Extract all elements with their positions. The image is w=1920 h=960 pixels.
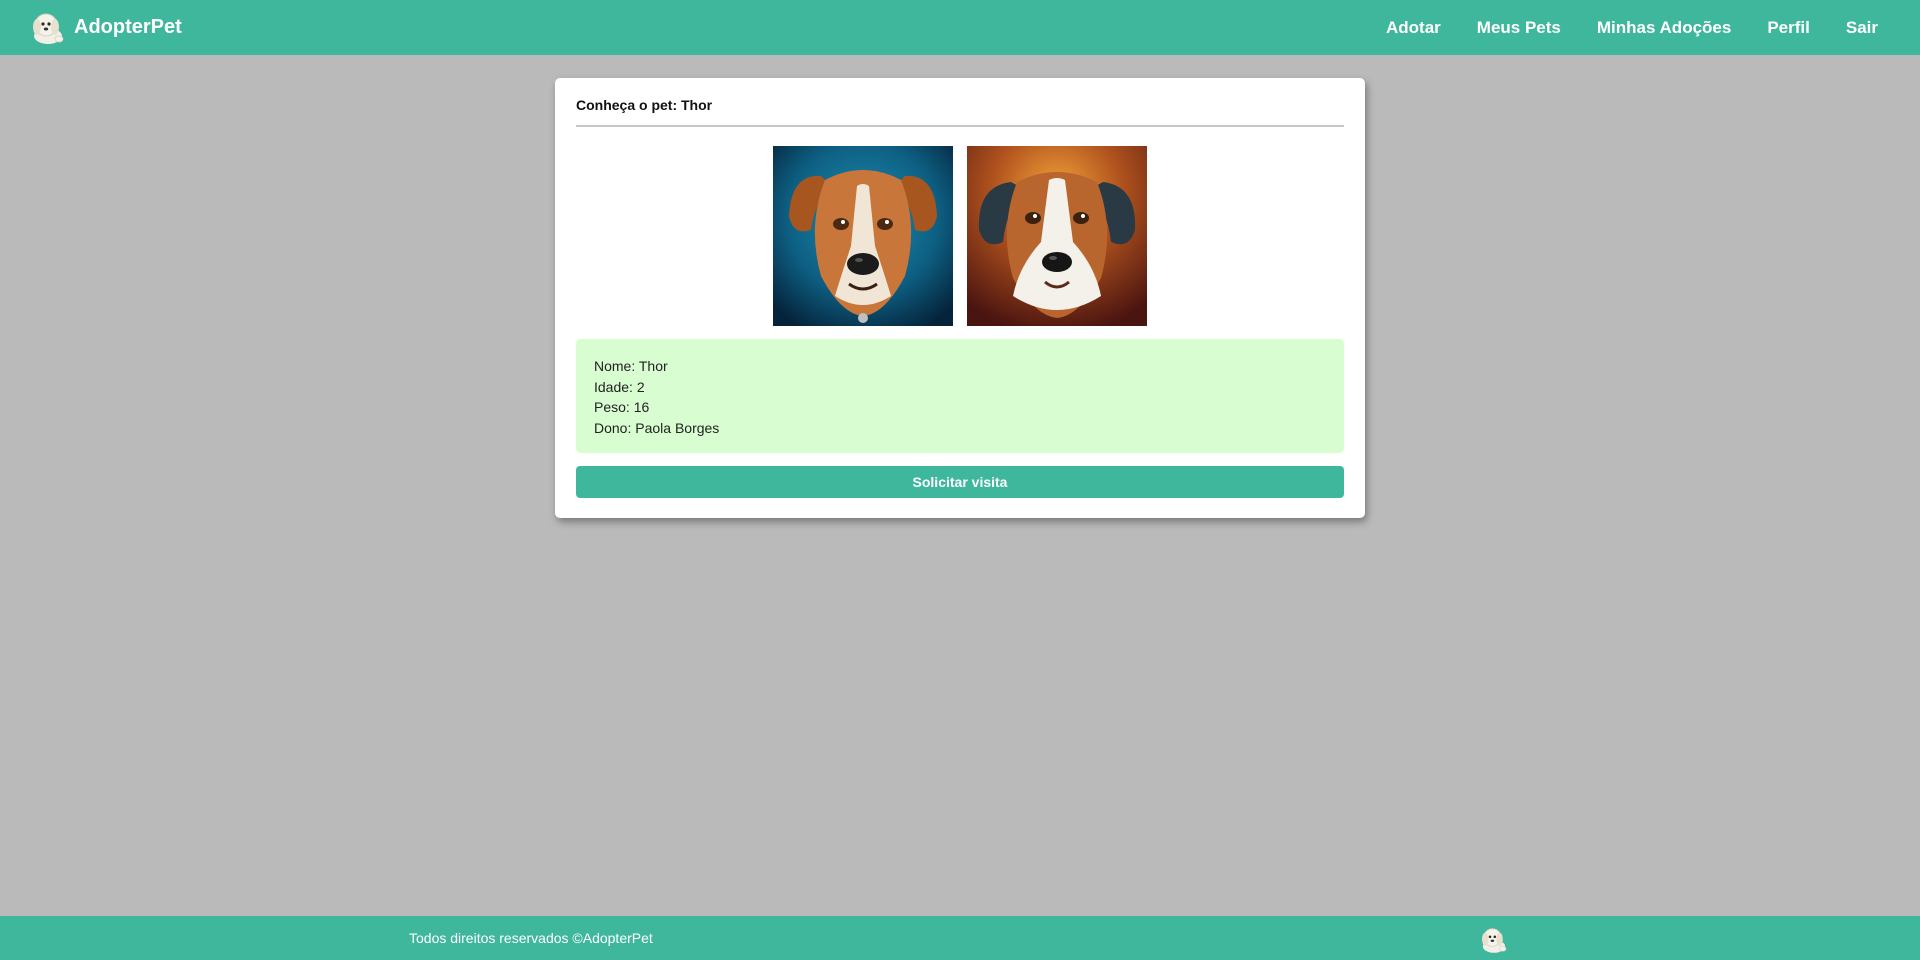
brand-name: AdopterPet (74, 16, 182, 38)
nav-sair[interactable]: Sair (1846, 18, 1878, 38)
pet-name-line: Nome: Thor (594, 358, 668, 374)
pet-detail-card: Conheça o pet: Thor Nome: Thor Idade: 2 … (555, 78, 1365, 518)
footer: Todos direitos reservados ©AdopterPet (0, 916, 1920, 960)
page-title: Conheça o pet: Thor (576, 78, 1344, 127)
puppy-logo-icon (33, 13, 64, 44)
puppy-logo-icon (1482, 928, 1507, 953)
pet-owner-line: Dono: Paola Borges (594, 419, 720, 436)
nav-meus-pets[interactable]: Meus Pets (1477, 18, 1561, 38)
navbar: AdopterPet Adotar Meus Pets Minhas Adoçõ… (0, 0, 1920, 55)
nav-adotar[interactable]: Adotar (1386, 18, 1441, 38)
pet-age-line: Idade: 2 (594, 378, 645, 395)
nav-minhas-adocoes[interactable]: Minhas Adoções (1597, 18, 1731, 38)
main-nav: Adotar Meus Pets Minhas Adoções Perfil S… (1386, 18, 1892, 38)
pet-weight-line: Peso: 16 (594, 399, 650, 415)
footer-copyright: Todos direitos reservados ©AdopterPet (409, 930, 653, 946)
pet-photo-gallery (576, 146, 1344, 326)
nav-perfil[interactable]: Perfil (1767, 18, 1810, 38)
brand-home-link[interactable]: AdopterPet (28, 8, 182, 48)
request-visit-button[interactable]: Solicitar visita (576, 466, 1344, 498)
pet-photo-1 (773, 146, 953, 326)
pet-info-box: Nome: Thor Idade: 2 Peso: 16 Dono: Paola… (576, 339, 1344, 453)
pet-photo-2 (967, 146, 1147, 326)
